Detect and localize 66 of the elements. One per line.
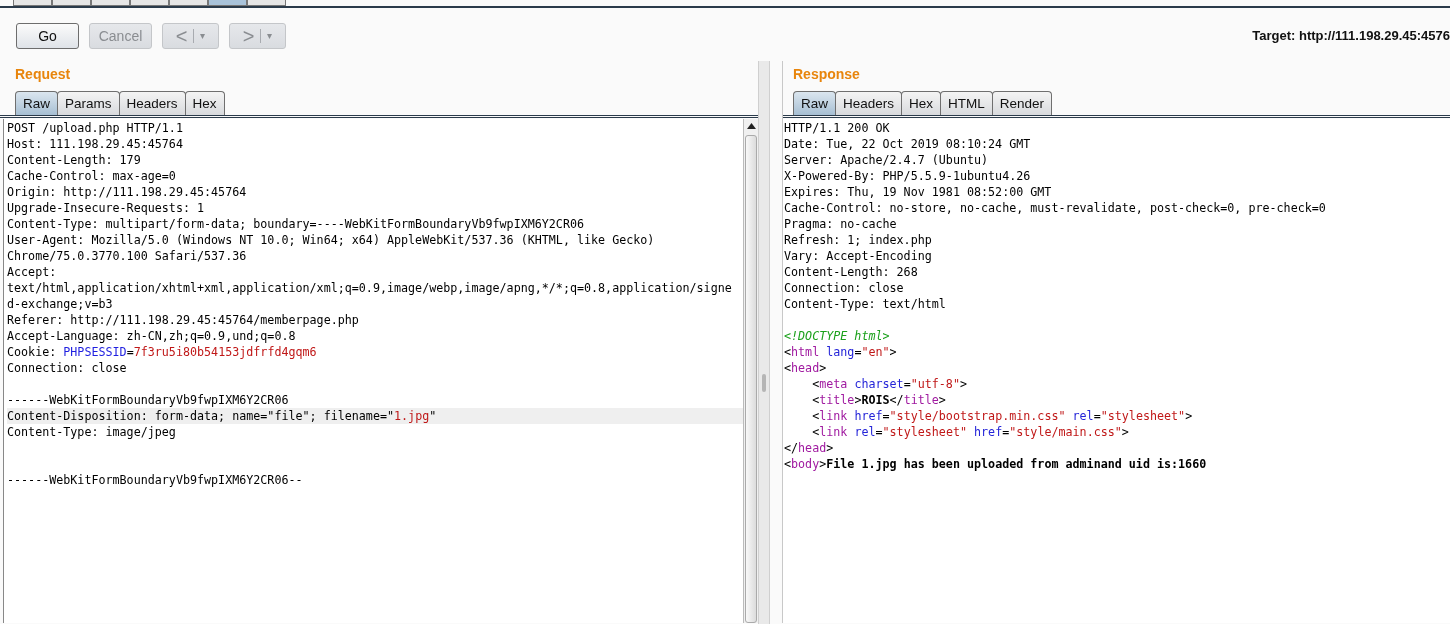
tab[interactable]: [52, 0, 91, 6]
text-editor[interactable]: [783, 119, 1450, 623]
code-line: d-exchange;v=b3: [7, 296, 114, 312]
code-line: Chrome/75.0.3770.100 Safari/537.36: [7, 248, 248, 264]
code-line: <!DOCTYPE html>: [784, 328, 891, 344]
code-line: Cache-Control: max-age=0: [7, 168, 177, 184]
panel-title: Request: [14, 65, 71, 84]
tab[interactable]: Params: [57, 91, 120, 115]
tab[interactable]: [169, 0, 208, 6]
text-editor[interactable]: [3, 119, 758, 623]
code-line: Cache-Control: no-store, no-cache, must-revalidate, post-check=0, pre-check=0: [784, 200, 1327, 216]
tab[interactable]: [208, 0, 247, 6]
code-line: <html lang="en">: [784, 344, 898, 360]
splitter-handle[interactable]: [762, 373, 766, 392]
code-line: <link href="style/bootstrap.min.css" rel="stylesheet">: [811, 408, 1194, 424]
code-line: Cookie: PHPSESSID=7f3ru5i80b54153jdfrfd4gqm6: [7, 344, 318, 360]
code-line: Content-Type: image/jpeg: [7, 424, 177, 440]
code-line: Pragma: no-cache: [784, 216, 898, 232]
tab[interactable]: Headers: [835, 91, 903, 115]
code-line: Content-Type: multipart/form-data; boundary=----WebKitFormBoundaryVb9fwpIXM6Y2CR06: [7, 216, 585, 232]
code-line: X-Powered-By: PHP/5.5.9-1ubuntu4.26: [784, 168, 1032, 184]
tab[interactable]: Raw: [15, 91, 58, 115]
tab[interactable]: Render: [991, 91, 1053, 115]
tab[interactable]: Raw: [793, 91, 836, 115]
tab[interactable]: [130, 0, 169, 6]
code-line: <head>: [784, 360, 828, 376]
code-line: <title>ROIS</title>: [811, 392, 947, 408]
up-arrow-icon[interactable]: [746, 123, 756, 129]
go-button[interactable]: Go: [16, 22, 79, 49]
code-line: POST /upload.php HTTP/1.1: [7, 120, 184, 136]
code-line: text/html,application/xhtml+xml,application/xml;q=0.9,image/webp,image/apng,*/*;q=0.8,application/signe: [7, 280, 733, 296]
scrollbar[interactable]: [743, 119, 758, 623]
code-line: Date: Tue, 22 Oct 2019 08:10:24 GMT: [784, 136, 1032, 152]
code-line: Expires: Thu, 19 Nov 1981 08:52:00 GMT: [784, 184, 1053, 200]
code-line: Referer: http://111.198.29.45:45764/memberpage.php: [7, 312, 360, 328]
code-line: <body>File 1.jpg has been uploaded from adminand uid is:1660: [784, 456, 1208, 472]
code-line: Connection: close: [7, 360, 128, 376]
tab[interactable]: Headers: [118, 91, 186, 115]
code-line: Accept:: [7, 264, 58, 280]
tab[interactable]: [13, 0, 52, 6]
code-line: Host: 111.198.29.45:45764: [7, 136, 184, 152]
code-line: Origin: http://111.198.29.45:45764: [7, 184, 248, 200]
code-line: ------WebKitFormBoundaryVb9fwpIXM6Y2CR06: [7, 392, 290, 408]
code-line: </head>: [784, 440, 835, 456]
tab[interactable]: HTML: [940, 91, 993, 115]
target-url: Target: http://111.198.29.45:4576: [1252, 27, 1450, 43]
code-line: Vary: Accept-Encoding: [784, 248, 933, 264]
code-line: <link rel="stylesheet" href="style/main.css">: [811, 424, 1130, 440]
code-line: <meta charset="utf-8">: [811, 376, 968, 392]
code-line: Content-Type: text/html: [784, 296, 947, 312]
code-line: User-Agent: Mozilla/5.0 (Windows NT 10.0; Win64; x64) AppleWebKit/537.36 (KHTML, like Gecko): [7, 232, 656, 248]
code-line: ------WebKitFormBoundaryVb9fwpIXM6Y2CR06--: [7, 472, 304, 488]
tab[interactable]: Hex: [184, 91, 225, 115]
code-line: HTTP/1.1 200 OK: [784, 120, 891, 136]
tab[interactable]: [247, 0, 286, 6]
code-line: Server: Apache/2.4.7 (Ubuntu): [784, 152, 990, 168]
code-line: Upgrade-Insecure-Requests: 1: [7, 200, 206, 216]
tab[interactable]: Hex: [901, 91, 942, 115]
code-line: Content-Length: 268: [784, 264, 919, 280]
code-line: Connection: close: [784, 280, 905, 296]
tab[interactable]: [91, 0, 130, 6]
code-line: Refresh: 1; index.php: [784, 232, 933, 248]
code-line: Accept-Language: zh-CN,zh;q=0.9,und;q=0.8: [7, 328, 297, 344]
code-line: Content-Length: 179: [7, 152, 142, 168]
panel-title: Response: [792, 65, 860, 84]
scrollbar-thumb[interactable]: [745, 135, 757, 623]
